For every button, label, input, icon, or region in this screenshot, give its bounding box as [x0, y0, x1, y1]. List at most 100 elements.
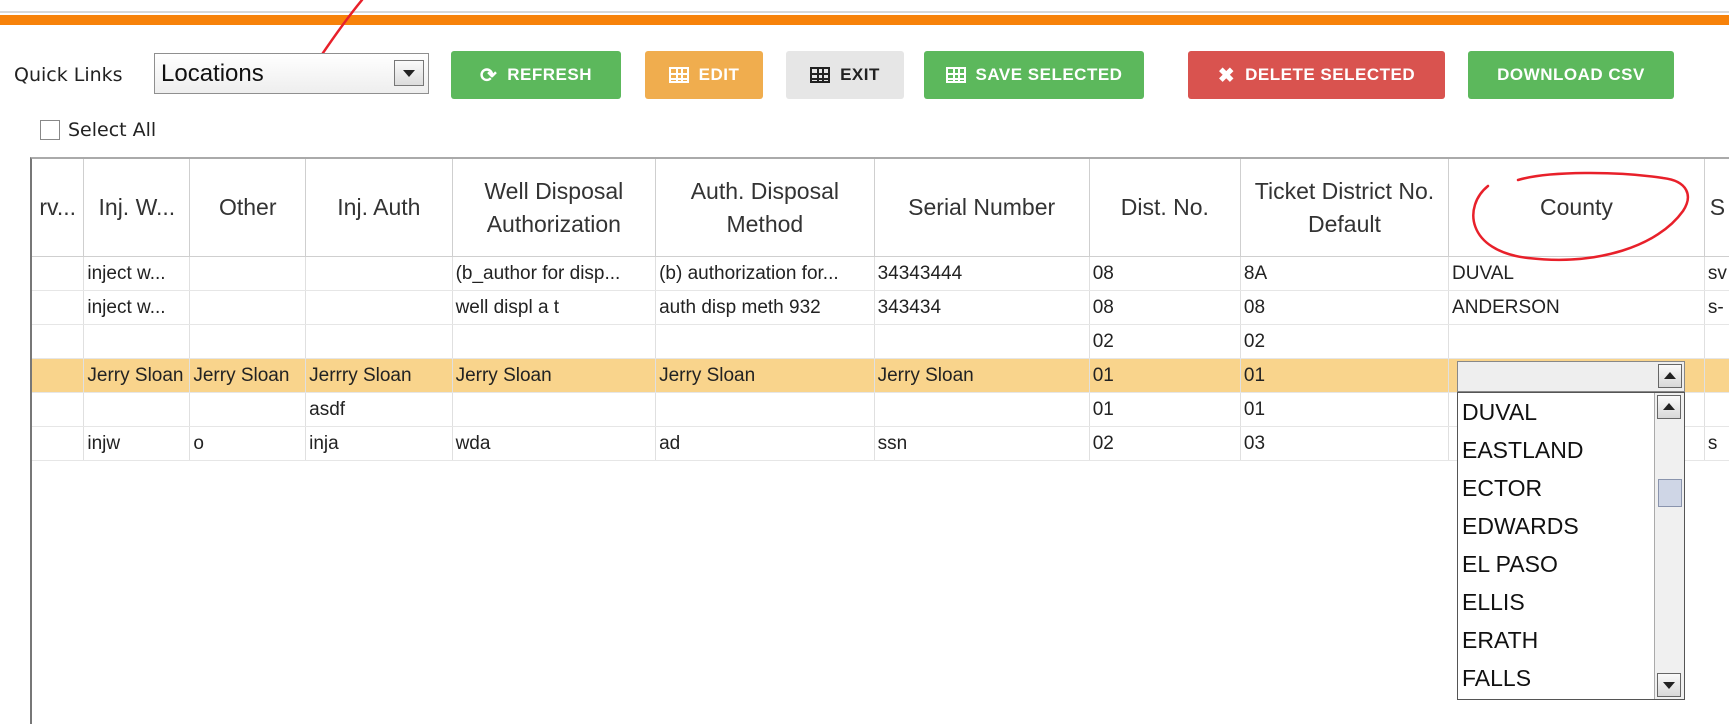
dropdown-option[interactable]: EDWARDS: [1458, 507, 1684, 545]
delete-selected-button[interactable]: ✖ DELETE SELECTED: [1188, 51, 1445, 99]
table-cell[interactable]: [874, 392, 1090, 427]
select-all[interactable]: Select All: [40, 119, 156, 141]
table-cell[interactable]: [32, 256, 85, 291]
chevron-up-icon[interactable]: [1658, 364, 1682, 388]
col-header[interactable]: Other: [189, 159, 307, 257]
dropdown-option[interactable]: ERATH: [1458, 621, 1684, 659]
table-cell[interactable]: 01: [1089, 358, 1241, 393]
table-cell[interactable]: [83, 392, 191, 427]
table-cell[interactable]: ANDERSON: [1448, 290, 1705, 325]
table-cell[interactable]: [305, 290, 453, 325]
chevron-up-icon[interactable]: [1657, 395, 1681, 419]
table-cell[interactable]: [452, 392, 657, 427]
table-cell[interactable]: auth disp meth 932: [655, 290, 875, 325]
dropdown-option[interactable]: DUVAL: [1458, 393, 1684, 431]
edit-button[interactable]: EDIT: [645, 51, 763, 99]
col-header[interactable]: Serial Number: [874, 159, 1090, 257]
county-dropdown-list[interactable]: DUVAL EASTLAND ECTOR EDWARDS EL PASO ELL…: [1457, 392, 1685, 700]
table-cell[interactable]: s: [1704, 426, 1729, 461]
table-cell[interactable]: 343434: [874, 290, 1090, 325]
table-cell[interactable]: 34343444: [874, 256, 1090, 291]
table-cell[interactable]: [1704, 392, 1729, 427]
table-cell[interactable]: 03: [1240, 426, 1450, 461]
col-header[interactable]: S: [1704, 159, 1729, 257]
table-cell[interactable]: [189, 290, 307, 325]
col-header[interactable]: rv...: [32, 159, 85, 257]
col-header[interactable]: Dist. No.: [1089, 159, 1241, 257]
table-cell[interactable]: 08: [1089, 256, 1241, 291]
scrollbar-thumb[interactable]: [1658, 479, 1682, 507]
col-header[interactable]: Inj. W...: [83, 159, 191, 257]
dropdown-scrollbar[interactable]: [1654, 393, 1684, 699]
table-row[interactable]: 02 02: [32, 324, 1729, 359]
col-header[interactable]: Ticket District No. Default: [1240, 159, 1450, 257]
table-cell[interactable]: Jerry Sloan: [83, 358, 191, 393]
table-cell[interactable]: Jerry Sloan: [874, 358, 1090, 393]
table-cell[interactable]: [189, 392, 307, 427]
table-cell[interactable]: [32, 324, 85, 359]
table-row[interactable]: inject w... (b_author for disp... (b) au…: [32, 256, 1729, 291]
table-cell[interactable]: 02: [1089, 426, 1241, 461]
table-cell[interactable]: injw: [83, 426, 191, 461]
table-cell[interactable]: [189, 324, 307, 359]
table-cell[interactable]: sv: [1704, 256, 1729, 291]
dropdown-option[interactable]: ELLIS: [1458, 583, 1684, 621]
refresh-button[interactable]: ⟳ REFRESH: [451, 51, 621, 99]
table-cell[interactable]: o: [189, 426, 307, 461]
table-row[interactable]: inject w... well displ a t auth disp met…: [32, 290, 1729, 325]
table-cell[interactable]: [1704, 324, 1729, 359]
table-cell[interactable]: DUVAL: [1448, 256, 1705, 291]
table-cell[interactable]: 01: [1240, 392, 1450, 427]
table-cell[interactable]: [83, 324, 191, 359]
exit-button[interactable]: EXIT: [786, 51, 904, 99]
table-cell[interactable]: [189, 256, 307, 291]
table-cell[interactable]: [1704, 358, 1729, 393]
table-cell[interactable]: Jerrry Sloan: [305, 358, 453, 393]
download-csv-button[interactable]: DOWNLOAD CSV: [1468, 51, 1674, 99]
table-cell[interactable]: [32, 358, 85, 393]
select-all-checkbox[interactable]: [40, 120, 60, 140]
table-cell[interactable]: [452, 324, 657, 359]
table-cell[interactable]: inject w...: [83, 256, 191, 291]
county-combo[interactable]: [1457, 361, 1685, 392]
table-cell[interactable]: (b_author for disp...: [452, 256, 657, 291]
table-cell[interactable]: (b) authorization for...: [655, 256, 875, 291]
quick-links-select[interactable]: Locations: [154, 53, 429, 94]
col-header[interactable]: County: [1448, 159, 1705, 257]
table-cell[interactable]: [32, 290, 85, 325]
table-cell[interactable]: [32, 392, 85, 427]
col-header[interactable]: Auth. Disposal Method: [655, 159, 875, 257]
table-cell[interactable]: Jerry Sloan: [452, 358, 657, 393]
table-cell[interactable]: [874, 324, 1090, 359]
save-selected-button[interactable]: SAVE SELECTED: [924, 51, 1144, 99]
table-cell[interactable]: [305, 256, 453, 291]
chevron-down-icon[interactable]: [394, 60, 424, 86]
table-cell[interactable]: inject w...: [83, 290, 191, 325]
table-cell[interactable]: ad: [655, 426, 875, 461]
col-header[interactable]: Well Disposal Authorization: [452, 159, 657, 257]
table-cell[interactable]: 01: [1089, 392, 1241, 427]
table-cell[interactable]: [305, 324, 453, 359]
table-cell[interactable]: inja: [305, 426, 453, 461]
table-cell[interactable]: [1448, 324, 1705, 359]
table-cell[interactable]: [655, 392, 875, 427]
col-header[interactable]: Inj. Auth: [305, 159, 453, 257]
table-cell[interactable]: Jerry Sloan: [189, 358, 307, 393]
table-cell[interactable]: 8A: [1240, 256, 1450, 291]
dropdown-option[interactable]: EASTLAND: [1458, 431, 1684, 469]
table-cell[interactable]: well displ a t: [452, 290, 657, 325]
table-cell[interactable]: 02: [1089, 324, 1241, 359]
table-cell[interactable]: 02: [1240, 324, 1450, 359]
dropdown-option[interactable]: EL PASO: [1458, 545, 1684, 583]
table-cell[interactable]: 08: [1089, 290, 1241, 325]
dropdown-option[interactable]: ECTOR: [1458, 469, 1684, 507]
table-cell[interactable]: ssn: [874, 426, 1090, 461]
dropdown-option[interactable]: FALLS: [1458, 659, 1684, 697]
table-cell[interactable]: Jerry Sloan: [655, 358, 875, 393]
chevron-down-icon[interactable]: [1657, 673, 1681, 697]
table-cell[interactable]: [655, 324, 875, 359]
table-cell[interactable]: 08: [1240, 290, 1450, 325]
table-cell[interactable]: s-: [1704, 290, 1729, 325]
table-cell[interactable]: [32, 426, 85, 461]
table-cell[interactable]: wda: [452, 426, 657, 461]
